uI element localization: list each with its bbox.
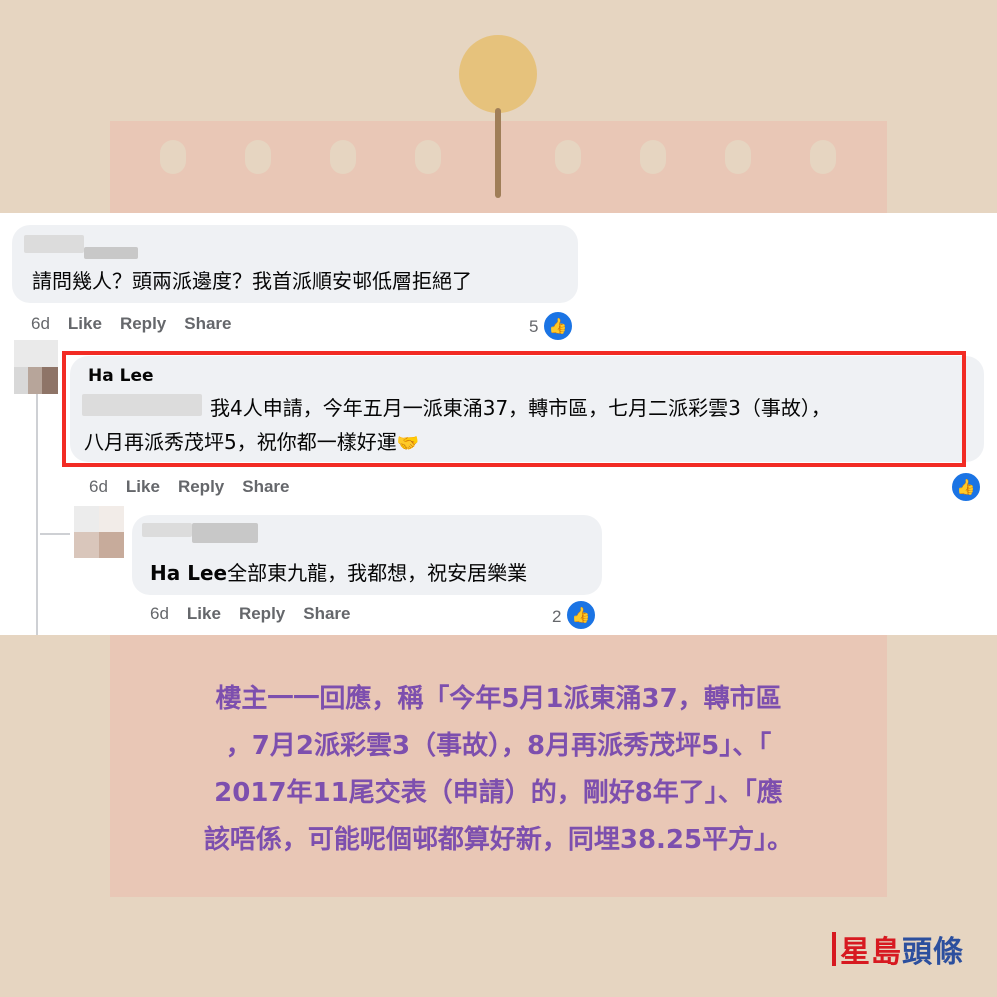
share-button[interactable]: Share [242,477,289,497]
decor-notch [160,140,186,174]
brand-logo: 星島 頭條 [832,930,972,970]
decor-notch [725,140,751,174]
share-button[interactable]: Share [303,604,350,624]
comment-actions: 6d Like Reply Share [150,604,351,624]
like-button[interactable]: Like [68,314,102,334]
comment-bubble: 請問幾人？頭兩派邊度？我首派順安邨低層拒絕了 [12,225,578,303]
decor-notch [810,140,836,174]
comment-time[interactable]: 6d [89,477,108,497]
decor-notch [640,140,666,174]
decor-notch [245,140,271,174]
logo-text-b: 頭條 [902,935,964,970]
blurred-author-name [84,247,138,259]
comment-text-body: 全部東九龍，我都想，祝安居樂業 [227,561,528,585]
like-button[interactable]: Like [126,477,160,497]
share-button[interactable]: Share [184,314,231,334]
comment-actions: 6d Like Reply Share [31,314,232,334]
like-count: 2 [552,607,562,626]
like-thumb-icon[interactable]: 👍 [950,471,982,503]
reply-button[interactable]: Reply [178,477,224,497]
reply-button[interactable]: Reply [239,604,285,624]
caption-line: 樓主一一回應，稱「今年5月1派東涌37，轉市區 [215,684,782,714]
decor-notch [330,140,356,174]
comment-time[interactable]: 6d [31,314,50,334]
blurred-author-name [192,523,258,543]
blurred-author-name [24,235,84,253]
like-count: 5 [529,317,539,336]
decor-notch [555,140,581,174]
caption-box: 樓主一一回應，稱「今年5月1派東涌37，轉市區 ，7月2派彩雲3（事故），8月再… [110,635,887,897]
caption-line: 該唔係，可能呢個邨都算好新，同埋38.25平方」。 [203,825,794,855]
caption-line: ，7月2派彩雲3（事故），8月再派秀茂坪5」、「 [225,731,772,761]
comment-text: Ha Lee全部東九龍，我都想，祝安居樂業 [150,557,527,586]
like-button[interactable]: Like [187,604,221,624]
logo-text-a: 星島 [840,935,902,970]
logo-bar [832,932,836,966]
thread-line [36,363,38,635]
like-thumb-icon[interactable]: 👍 [565,599,597,631]
blurred-author-name [142,523,192,537]
comment-text: 請問幾人？頭兩派邊度？我首派順安邨低層拒絕了 [32,269,472,293]
caption-line: 2017年11尾交表（申請）的，剛好8年了」、「應 [214,778,783,808]
mention-link[interactable]: Ha Lee [150,561,227,585]
highlight-frame [62,351,966,467]
comment-bubble: Ha Lee全部東九龍，我都想，祝安居樂業 [132,515,602,595]
decor-stick [495,108,501,198]
comment-screenshot: 請問幾人？頭兩派邊度？我首派順安邨低層拒絕了 6d Like Reply Sha… [0,213,997,635]
decor-notch [415,140,441,174]
comment-actions: 6d Like Reply Share [89,477,290,497]
decor-sun [459,35,537,113]
avatar[interactable] [74,506,124,558]
like-thumb-icon[interactable]: 👍 [542,310,574,342]
thread-line [40,533,70,535]
comment-time[interactable]: 6d [150,604,169,624]
avatar[interactable] [14,340,58,394]
reply-button[interactable]: Reply [120,314,166,334]
